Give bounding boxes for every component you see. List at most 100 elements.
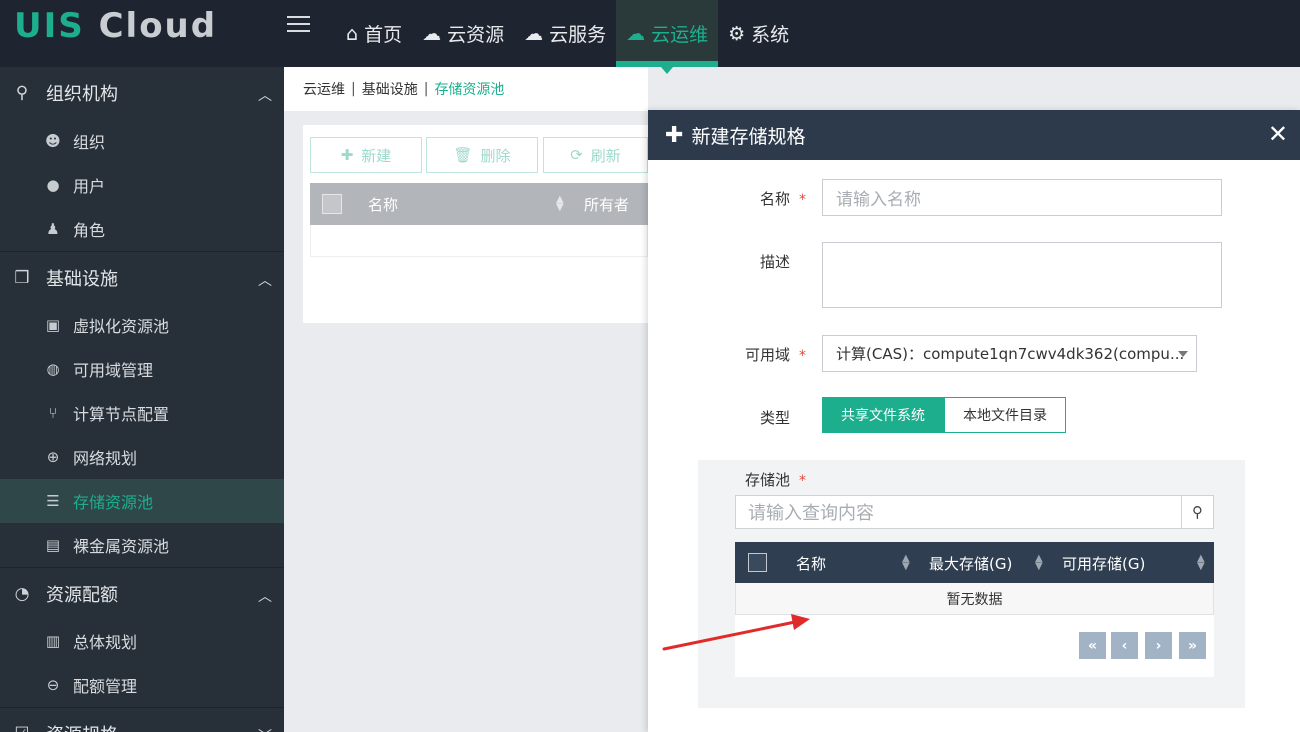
org-tree-icon: ⚲ bbox=[15, 83, 29, 103]
nav-system[interactable]: ⚙ 系统 bbox=[718, 0, 799, 67]
nav-system-label: 系统 bbox=[751, 24, 790, 46]
next-page-button[interactable]: › bbox=[1145, 632, 1172, 659]
column-header-name[interactable]: 名称 bbox=[796, 553, 826, 574]
sidebar-group-label: 基础设施 bbox=[46, 268, 118, 290]
refresh-icon: ⟳ bbox=[570, 146, 583, 164]
zone-select-value: 计算(CAS)：compute1qn7cwv4dk362(compu... bbox=[836, 345, 1185, 363]
sidebar-item-label: 虚拟化资源池 bbox=[73, 317, 170, 336]
sidebar-item-network-plan[interactable]: ⊕ 网络规划 bbox=[0, 435, 284, 479]
sidebar-item-virtual-pool[interactable]: ▣ 虚拟化资源池 bbox=[0, 303, 284, 347]
new-button-label: 新建 bbox=[361, 146, 392, 165]
refresh-button[interactable]: ⟳ 刷新 bbox=[543, 137, 648, 173]
column-header-max-storage[interactable]: 最大存储(G) bbox=[929, 553, 1012, 574]
sidebar-item-compute-node[interactable]: ⑂ 计算节点配置 bbox=[0, 391, 284, 435]
sidebar-group-quota[interactable]: ◔ 资源配额 ︿ bbox=[0, 567, 284, 619]
required-mark: * bbox=[799, 348, 807, 364]
cloud-resource-icon: ☁ bbox=[422, 22, 442, 45]
delete-button[interactable]: 🗑 删除 bbox=[426, 137, 538, 173]
breadcrumb-item-infra[interactable]: 基础设施 bbox=[362, 79, 418, 99]
column-header-available-storage[interactable]: 可用存储(G) bbox=[1062, 553, 1145, 574]
description-field-label: 描述 bbox=[760, 253, 791, 271]
nav-cloud-resources-label: 云资源 bbox=[447, 24, 505, 46]
chevron-down-icon: ﹀ bbox=[258, 726, 272, 732]
new-button[interactable]: ✚ 新建 bbox=[310, 137, 422, 173]
storage-icon: ☰ bbox=[46, 492, 60, 510]
sort-icon[interactable]: ▲ ▼ bbox=[1197, 554, 1205, 572]
sidebar-item-storage-pool[interactable]: ☰ 存储资源池 bbox=[0, 479, 284, 523]
logo-text-uis: UIS bbox=[14, 6, 85, 46]
sidebar-item-overall-plan[interactable]: ▥ 总体规划 bbox=[0, 619, 284, 663]
close-icon[interactable]: ✕ bbox=[1268, 120, 1288, 148]
sidebar-item-label: 配额管理 bbox=[73, 677, 138, 696]
search-icon[interactable]: ⚲ bbox=[1181, 496, 1213, 528]
virtual-pool-icon: ▣ bbox=[45, 316, 61, 334]
pagination: « ‹ › » bbox=[735, 615, 1214, 677]
sidebar-item-label: 裸金属资源池 bbox=[73, 537, 170, 556]
chevron-up-icon: ︿ bbox=[258, 273, 272, 289]
cubes-icon: ❒ bbox=[14, 267, 30, 288]
cloud-service-icon: ☁ bbox=[524, 22, 544, 45]
breadcrumb-item-cloud-ops[interactable]: 云运维 bbox=[303, 79, 345, 99]
gear-icon: ⚙ bbox=[728, 22, 746, 45]
last-page-button[interactable]: » bbox=[1179, 632, 1206, 659]
first-page-button[interactable]: « bbox=[1079, 632, 1106, 659]
empty-data-row: 暂无数据 bbox=[735, 583, 1214, 615]
sidebar-item-zone-mgmt[interactable]: ◍ 可用域管理 bbox=[0, 347, 284, 391]
sort-icon[interactable]: ▲ ▼ bbox=[902, 554, 910, 572]
sort-icon[interactable]: ▲ ▼ bbox=[1035, 554, 1043, 572]
create-storage-spec-drawer: ✚ 新建存储规格 ✕ 名称 * 请输入名称 描述 可用域 * 计算(CAS)：com… bbox=[648, 110, 1300, 732]
sidebar-item-role[interactable]: ♟ 角色 bbox=[0, 207, 284, 251]
node-branch-icon: ⑂ bbox=[48, 404, 58, 422]
column-header-name[interactable]: 名称 bbox=[368, 194, 398, 215]
top-navbar: UIS Cloud ⌂ 首页 ☁ 云资源 ☁ 云服务 ☁ 云运维 ⚙ 系统 bbox=[0, 0, 1300, 74]
pool-label-text: 存储池 bbox=[745, 471, 791, 489]
globe-gear-icon: ◍ bbox=[46, 360, 60, 378]
sidebar-item-label: 用户 bbox=[73, 177, 106, 196]
hamburger-menu-icon[interactable] bbox=[287, 16, 310, 34]
prev-page-button[interactable]: ‹ bbox=[1111, 632, 1138, 659]
sidebar-item-baremetal-pool[interactable]: ▤ 裸金属资源池 bbox=[0, 523, 284, 567]
pool-table: 名称 ▲ ▼ 最大存储(G) ▲ ▼ 可用存储(G) ▲ ▼ 暂无数据 « ‹ › » bbox=[735, 542, 1214, 677]
chevron-up-icon: ︿ bbox=[258, 589, 272, 605]
table-header: 名称 ▲ ▼ 所有者 bbox=[310, 183, 648, 225]
home-icon: ⌂ bbox=[346, 22, 359, 45]
sidebar-group-label: 组织机构 bbox=[46, 84, 118, 105]
breadcrumb-item-current: 存储资源池 bbox=[434, 82, 505, 98]
sidebar-item-label: 可用域管理 bbox=[73, 361, 154, 380]
nav-cloud-services[interactable]: ☁ 云服务 bbox=[514, 0, 616, 67]
type-field-label: 类型 bbox=[760, 409, 791, 427]
required-mark: * bbox=[799, 473, 807, 489]
type-option-shared-fs[interactable]: 共享文件系统 bbox=[822, 397, 944, 433]
nav-cloud-ops[interactable]: ☁ 云运维 bbox=[616, 0, 719, 74]
sidebar-item-label: 网络规划 bbox=[73, 449, 138, 468]
select-all-checkbox[interactable] bbox=[748, 553, 767, 572]
sidebar-item-label: 总体规划 bbox=[73, 633, 138, 652]
required-mark: * bbox=[799, 192, 807, 208]
column-header-owner[interactable]: 所有者 bbox=[584, 194, 629, 215]
breadcrumb-separator: | bbox=[351, 81, 356, 97]
nav-home[interactable]: ⌂ 首页 bbox=[336, 0, 412, 67]
select-all-checkbox[interactable] bbox=[322, 194, 342, 214]
sidebar-item-org[interactable]: ☻ 组织 bbox=[0, 119, 284, 163]
sidebar-group-spec[interactable]: ☑ 资源规格 ﹀ bbox=[0, 707, 284, 732]
name-input[interactable]: 请输入名称 bbox=[822, 179, 1222, 216]
description-textarea[interactable] bbox=[822, 242, 1222, 308]
type-option-local-dir[interactable]: 本地文件目录 bbox=[944, 397, 1066, 433]
sidebar-item-quota-mgmt[interactable]: ⊖ 配额管理 bbox=[0, 663, 284, 707]
nav-cloud-resources[interactable]: ☁ 云资源 bbox=[412, 0, 514, 67]
sidebar-item-user[interactable]: ● 用户 bbox=[0, 163, 284, 207]
breadcrumb-separator: | bbox=[423, 81, 429, 97]
app-logo[interactable]: UIS Cloud bbox=[14, 6, 217, 46]
sidebar-group-infra[interactable]: ❒ 基础设施 ︿ bbox=[0, 251, 284, 303]
storage-pool-section: 存储池 * 请输入查询内容 ⚲ 名称 ▲ ▼ 最大存储(G) ▲ ▼ 可用存储(G) … bbox=[698, 460, 1245, 708]
pool-search-input[interactable]: 请输入查询内容 ⚲ bbox=[735, 495, 1214, 529]
quota-icon: ⊖ bbox=[46, 676, 60, 694]
zone-select[interactable]: 计算(CAS)：compute1qn7cwv4dk362(compu... bbox=[822, 335, 1197, 372]
sidebar-group-org[interactable]: ⚲ 组织机构 ︿ bbox=[0, 67, 284, 119]
sidebar-item-label: 计算节点配置 bbox=[73, 405, 170, 424]
sort-icon[interactable]: ▲ ▼ bbox=[556, 195, 564, 213]
nav-cloud-services-label: 云服务 bbox=[549, 24, 607, 46]
sidebar-group-label: 资源配额 bbox=[46, 584, 118, 606]
group-users-icon: ☻ bbox=[45, 132, 61, 150]
name-label-text: 名称 bbox=[760, 190, 791, 208]
